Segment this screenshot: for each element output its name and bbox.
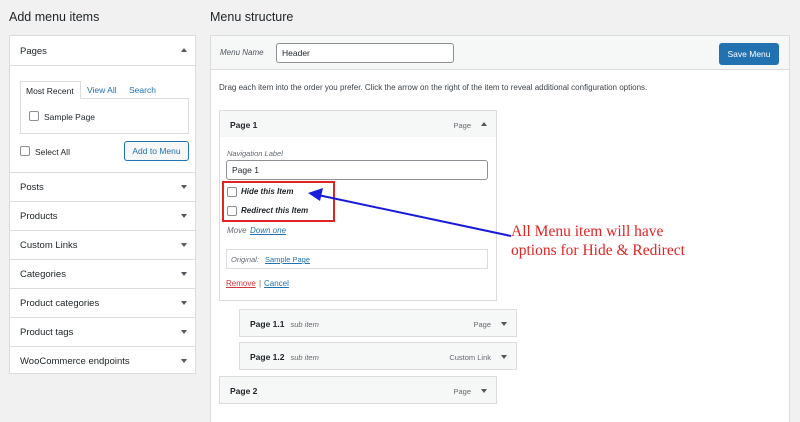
annotation-text: All Menu item will have options for Hide…: [511, 222, 685, 260]
annotation-line-1: All Menu item will have: [511, 223, 664, 240]
annotation-line-2: options for Hide & Redirect: [511, 242, 685, 259]
tab-most-recent[interactable]: Most Recent: [20, 81, 81, 99]
annotation-arrow-icon: [308, 188, 512, 237]
